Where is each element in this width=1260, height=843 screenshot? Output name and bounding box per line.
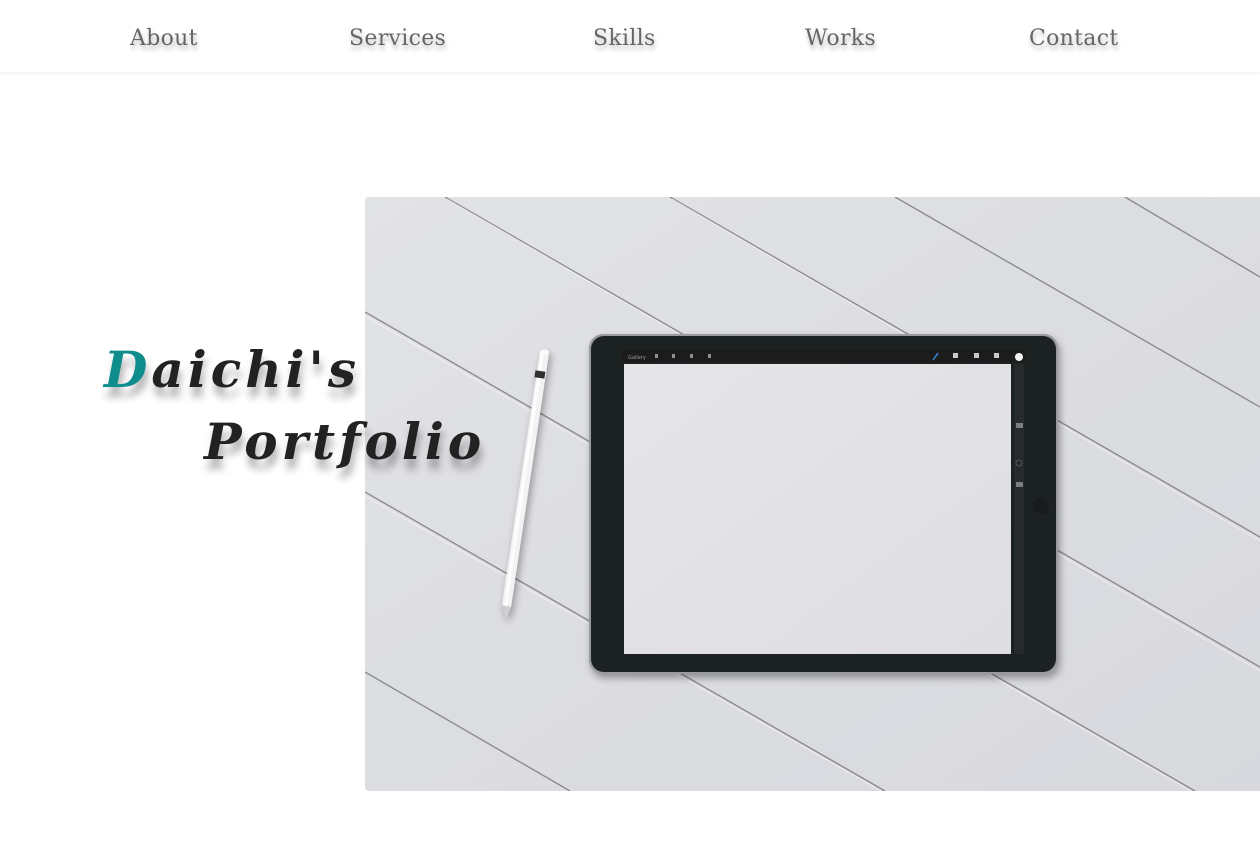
- tablet-on-desk-illustration: Gallery: [365, 197, 1260, 791]
- nav-link-services[interactable]: Services: [349, 26, 446, 51]
- tablet-device: Gallery: [589, 334, 1058, 674]
- hero-title-name-rest: aichi's: [151, 339, 360, 399]
- hero-title-line-2: Portfolio: [204, 411, 486, 471]
- hero-image: Gallery: [365, 197, 1260, 791]
- top-navigation-bar: About Services Skills Works Contact: [0, 0, 1260, 72]
- svg-text:Gallery: Gallery: [628, 355, 646, 361]
- nav-link-about[interactable]: About: [130, 26, 198, 51]
- nav-link-works[interactable]: Works: [805, 26, 876, 51]
- hero-title-line-1: Daichi's: [104, 334, 485, 406]
- nav-link-skills[interactable]: Skills: [593, 26, 656, 51]
- hero-title-initial: D: [104, 339, 152, 399]
- nav-link-contact[interactable]: Contact: [1029, 26, 1118, 51]
- hero-title: Daichi's Portfolio: [104, 334, 485, 478]
